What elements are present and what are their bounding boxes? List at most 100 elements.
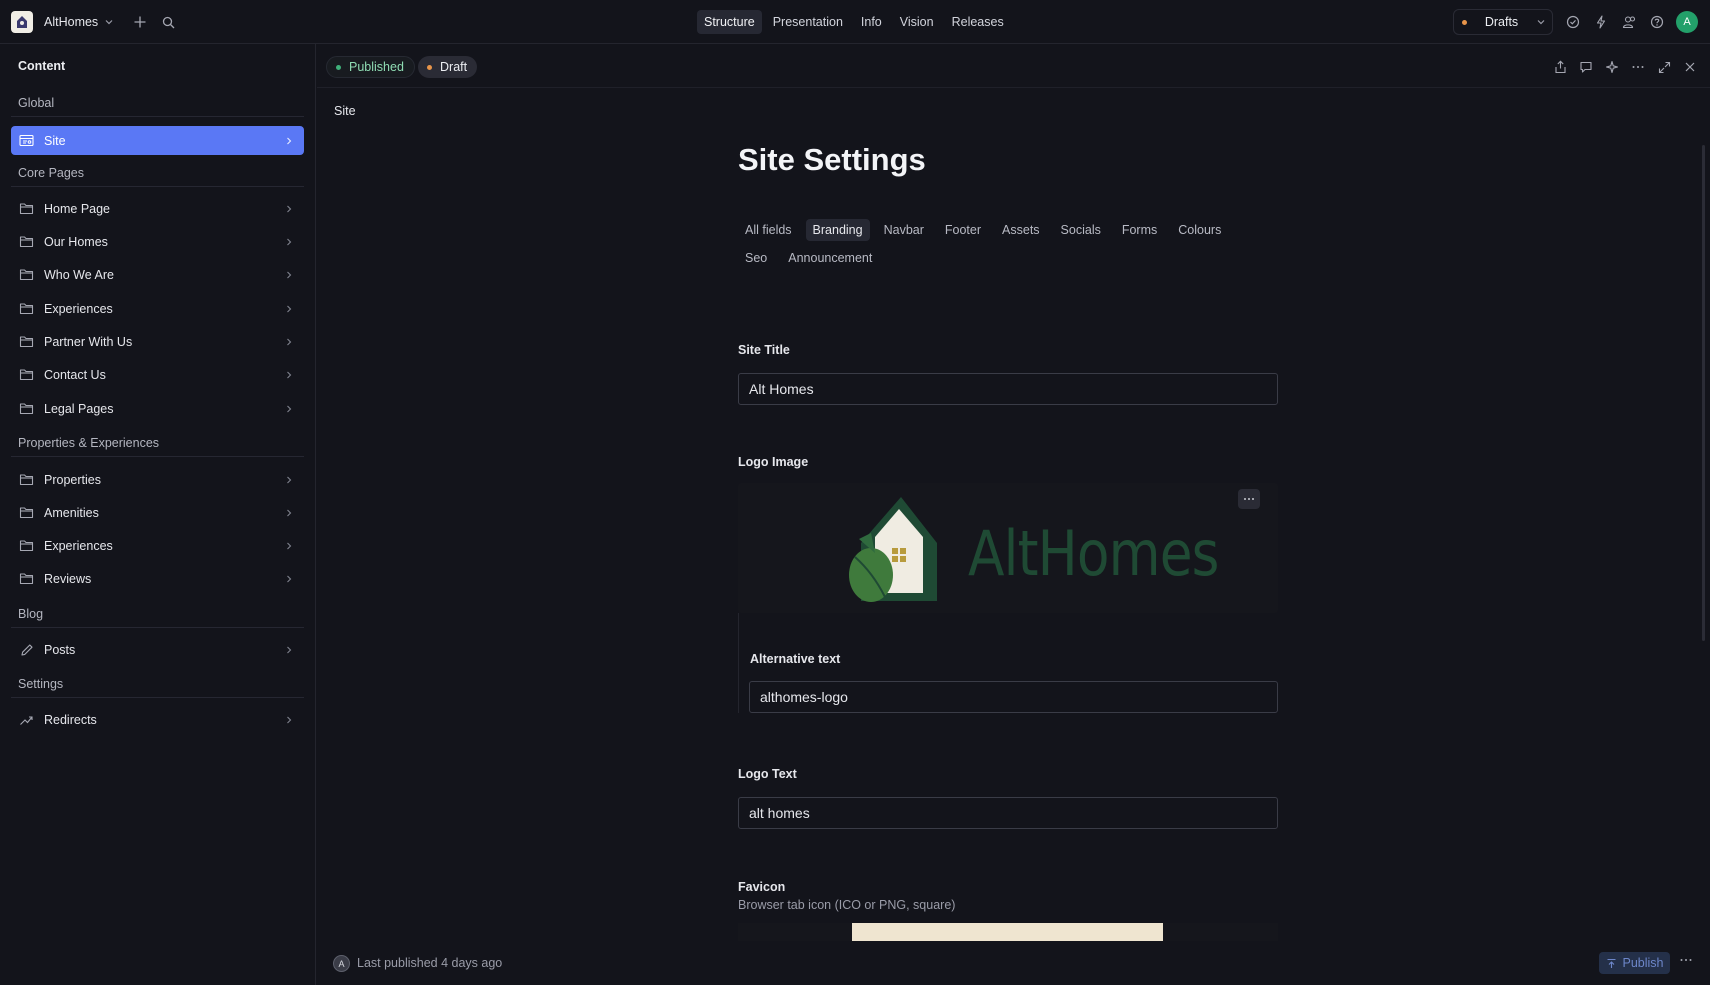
sidebar-item-label: Experiences bbox=[44, 301, 113, 316]
folder-icon bbox=[19, 571, 34, 586]
nested-field-border bbox=[738, 613, 739, 713]
status-label: Published bbox=[349, 60, 404, 74]
section-blog: Blog bbox=[18, 607, 44, 621]
sidebar-item-our-homes[interactable]: Our Homes bbox=[11, 227, 304, 256]
tab-socials[interactable]: Socials bbox=[1054, 219, 1108, 241]
share-icon[interactable] bbox=[1548, 55, 1572, 79]
image-options-button[interactable] bbox=[1238, 489, 1260, 509]
scrollbar-thumb[interactable] bbox=[1702, 145, 1705, 641]
chevron-right-icon bbox=[285, 270, 293, 280]
tab-structure[interactable]: Structure bbox=[697, 10, 762, 34]
divider bbox=[11, 627, 304, 628]
sidebar-item-posts[interactable]: Posts bbox=[11, 635, 304, 664]
chevron-right-icon bbox=[285, 508, 293, 518]
tab-assets[interactable]: Assets bbox=[995, 219, 1047, 241]
comment-icon[interactable] bbox=[1574, 55, 1598, 79]
tool-tabs: Structure Presentation Info Vision Relea… bbox=[697, 10, 1011, 34]
sidebar-item-experiences-page[interactable]: Experiences bbox=[11, 294, 304, 323]
site-title-input[interactable]: Alt Homes bbox=[738, 373, 1278, 405]
chevron-right-icon bbox=[285, 404, 293, 414]
sidebar-item-reviews[interactable]: Reviews bbox=[11, 564, 304, 593]
sidebar-item-site[interactable]: Site bbox=[11, 126, 304, 155]
section-settings: Settings bbox=[18, 677, 64, 691]
tab-forms[interactable]: Forms bbox=[1115, 219, 1164, 241]
sidebar-item-amenities[interactable]: Amenities bbox=[11, 498, 304, 527]
plus-icon[interactable] bbox=[128, 10, 152, 34]
bolt-icon[interactable] bbox=[1589, 10, 1613, 34]
favicon-preview[interactable] bbox=[738, 923, 1278, 941]
user-avatar[interactable]: A bbox=[1676, 11, 1698, 33]
sidebar-item-label: Experiences bbox=[44, 538, 113, 553]
tab-colours[interactable]: Colours bbox=[1171, 219, 1228, 241]
sidebar-item-label: Who We Are bbox=[44, 267, 114, 282]
published-dot-icon bbox=[336, 64, 341, 70]
topbar-actions: Drafts A bbox=[1453, 9, 1698, 35]
close-icon[interactable] bbox=[1678, 55, 1702, 79]
sidebar-item-partner-with-us[interactable]: Partner With Us bbox=[11, 327, 304, 356]
folder-icon bbox=[19, 505, 34, 520]
workspace-logo-icon bbox=[11, 11, 33, 33]
favicon-description: Browser tab icon (ICO or PNG, square) bbox=[738, 898, 956, 912]
folder-icon bbox=[19, 538, 34, 553]
logo-mark-icon bbox=[849, 497, 937, 602]
sidebar-item-experiences[interactable]: Experiences bbox=[11, 531, 304, 560]
logo-text-input[interactable]: alt homes bbox=[738, 797, 1278, 829]
check-circle-icon[interactable] bbox=[1561, 10, 1585, 34]
sidebar-item-who-we-are[interactable]: Who We Are bbox=[11, 260, 304, 289]
site-title-label: Site Title bbox=[738, 343, 790, 357]
tab-presentation[interactable]: Presentation bbox=[766, 10, 850, 34]
document-actions bbox=[1548, 55, 1702, 79]
folder-icon bbox=[19, 301, 34, 316]
folder-icon bbox=[19, 267, 34, 282]
sidebar-item-properties[interactable]: Properties bbox=[11, 465, 304, 494]
tab-vision[interactable]: Vision bbox=[893, 10, 941, 34]
sidebar-item-legal-pages[interactable]: Legal Pages bbox=[11, 394, 304, 423]
workspace-name: AltHomes bbox=[44, 15, 99, 29]
tab-branding[interactable]: Branding bbox=[805, 219, 870, 241]
sidebar-item-redirects[interactable]: Redirects bbox=[11, 705, 304, 734]
more-icon[interactable] bbox=[1626, 55, 1650, 79]
status-badge-published[interactable]: Published bbox=[326, 56, 415, 78]
status-badge-draft[interactable]: Draft bbox=[418, 56, 478, 78]
tab-announcement[interactable]: Announcement bbox=[781, 247, 879, 269]
tab-releases[interactable]: Releases bbox=[945, 10, 1011, 34]
logo-text-label: Logo Text bbox=[738, 767, 797, 781]
more-icon[interactable] bbox=[1679, 953, 1693, 967]
perspective-select[interactable]: Drafts bbox=[1453, 9, 1553, 35]
sidebar-item-label: Our Homes bbox=[44, 234, 108, 249]
page-title: Site Settings bbox=[738, 142, 926, 177]
search-icon[interactable] bbox=[156, 10, 180, 34]
tab-seo[interactable]: Seo bbox=[738, 247, 774, 269]
workspace-switcher[interactable]: AltHomes bbox=[11, 10, 180, 34]
divider bbox=[11, 697, 304, 698]
logo-image-preview[interactable]: AltHomes bbox=[738, 483, 1278, 613]
tab-info[interactable]: Info bbox=[854, 10, 889, 34]
sidebar-item-label: Partner With Us bbox=[44, 334, 133, 349]
sidebar-title: Content bbox=[18, 59, 66, 73]
chevron-right-icon bbox=[285, 574, 293, 584]
section-properties-experiences: Properties & Experiences bbox=[18, 436, 160, 450]
status-label: Draft bbox=[440, 60, 468, 74]
tab-navbar[interactable]: Navbar bbox=[877, 219, 931, 241]
folder-icon bbox=[19, 367, 34, 382]
chevron-right-icon bbox=[285, 204, 293, 214]
chevron-right-icon bbox=[285, 541, 293, 551]
section-global: Global bbox=[18, 96, 55, 110]
sidebar-item-contact-us[interactable]: Contact Us bbox=[11, 360, 304, 389]
expand-icon[interactable] bbox=[1652, 55, 1676, 79]
alt-text-input[interactable]: althomes-logo bbox=[749, 681, 1278, 713]
tab-footer[interactable]: Footer bbox=[938, 219, 988, 241]
chevron-right-icon bbox=[285, 645, 293, 655]
logo-image-label: Logo Image bbox=[738, 455, 809, 469]
sparkle-icon[interactable] bbox=[1600, 55, 1624, 79]
settings-panel-icon bbox=[19, 133, 34, 148]
users-icon[interactable] bbox=[1617, 10, 1641, 34]
publish-button[interactable]: Publish bbox=[1599, 952, 1670, 974]
tab-all-fields[interactable]: All fields bbox=[738, 219, 799, 241]
publish-label: Publish bbox=[1622, 956, 1664, 970]
field-group-tabs: All fields Branding Navbar Footer Assets… bbox=[738, 219, 1278, 269]
help-icon[interactable] bbox=[1645, 10, 1669, 34]
document-footer: A Last published 4 days ago Publish bbox=[317, 941, 1710, 985]
favicon-label: Favicon bbox=[738, 880, 786, 894]
sidebar-item-home-page[interactable]: Home Page bbox=[11, 194, 304, 223]
